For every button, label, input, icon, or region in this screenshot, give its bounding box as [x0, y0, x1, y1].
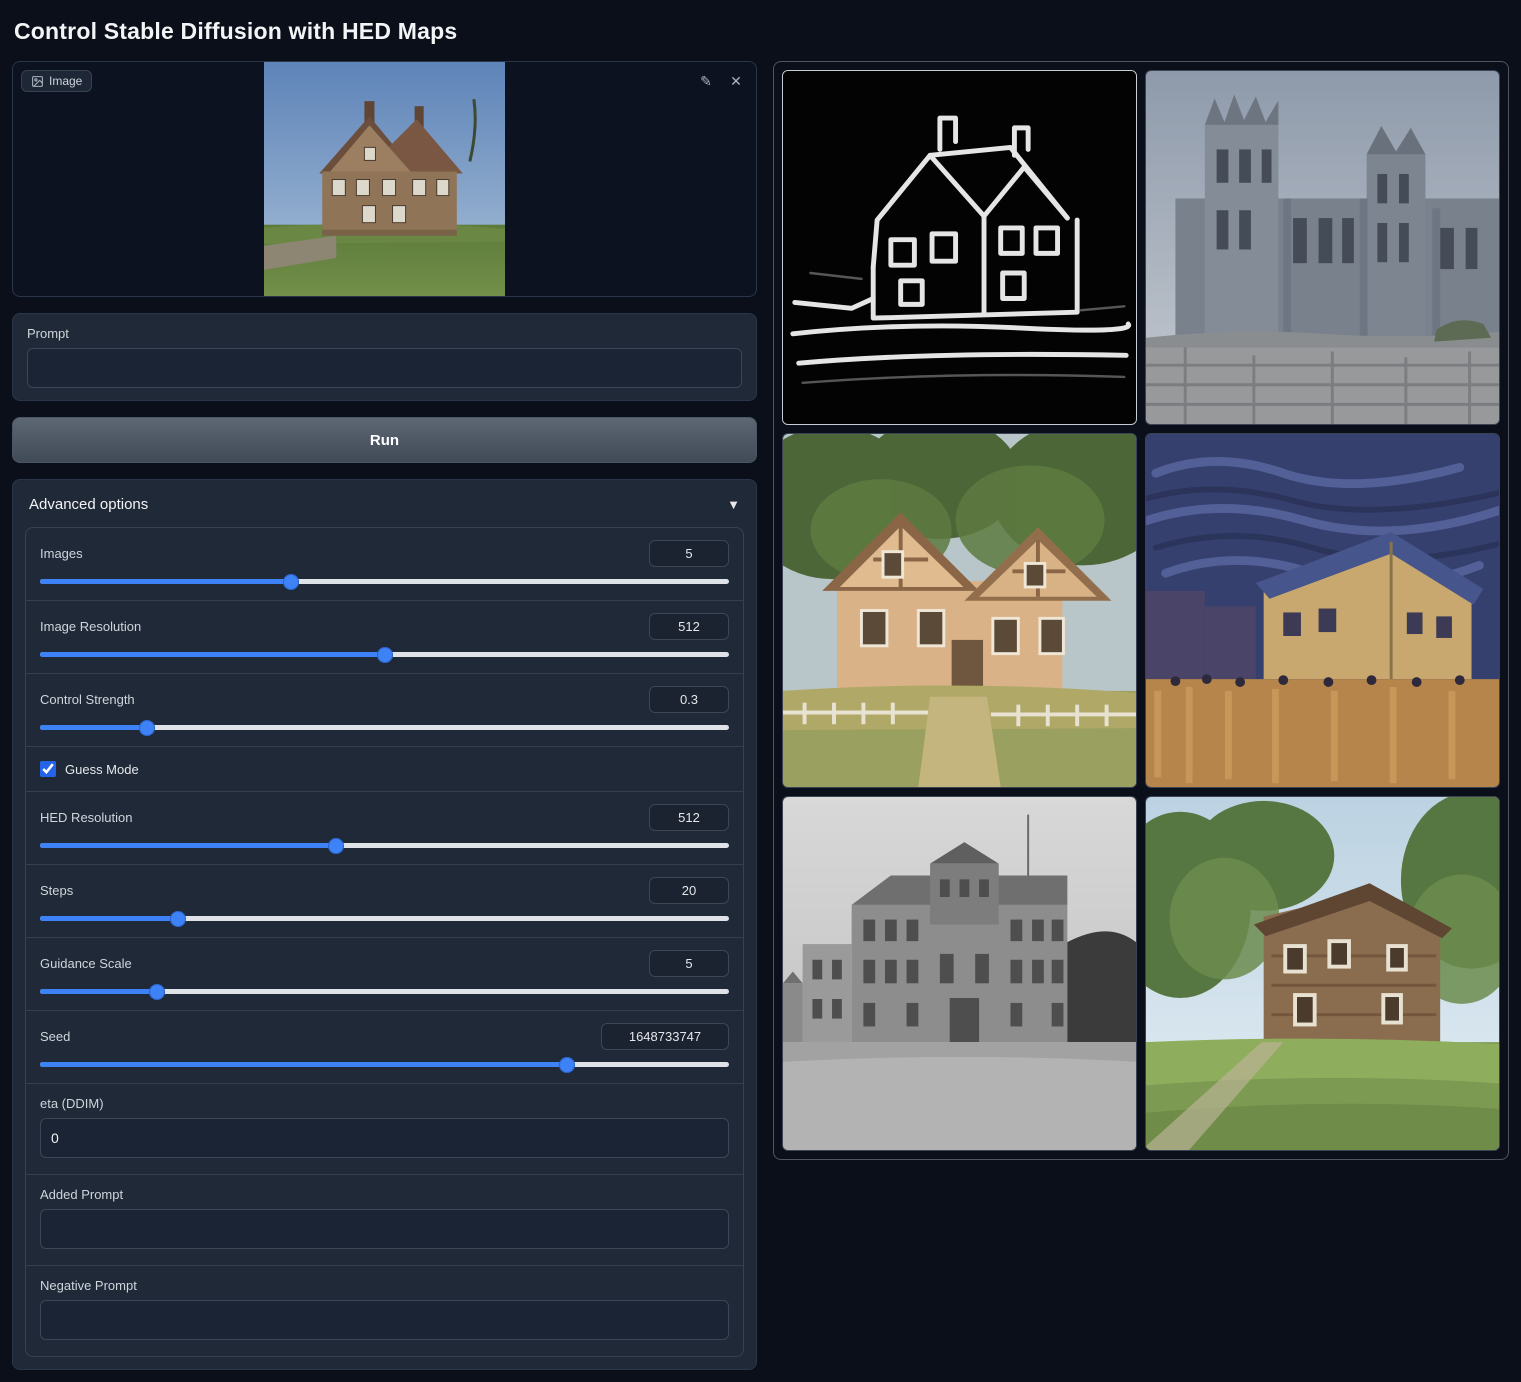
gray-manor-image — [783, 797, 1136, 1150]
slider-row-guidance-scale: Guidance Scale — [26, 938, 743, 1011]
negative-prompt-input[interactable] — [40, 1300, 729, 1340]
painterly-house-image — [1146, 434, 1499, 787]
guidance-scale-slider[interactable] — [40, 989, 729, 994]
image-label: Image — [49, 74, 82, 88]
added-prompt-label: Added Prompt — [40, 1187, 729, 1202]
negative-prompt-row: Negative Prompt — [26, 1266, 743, 1356]
eta-row: eta (DDIM) — [26, 1084, 743, 1175]
slider-row-images: Images — [26, 528, 743, 601]
steps-slider-thumb[interactable] — [170, 911, 186, 927]
advanced-accordion: Advanced options ▼ Images — [12, 479, 757, 1370]
steps-label: Steps — [40, 883, 73, 898]
control-strength-number-input[interactable] — [649, 686, 729, 713]
controls-column: Image ✎ ✕ — [12, 61, 757, 1370]
hed-resolution-label: HED Resolution — [40, 810, 133, 825]
cathedral-image — [1146, 71, 1499, 424]
slider-row-seed: Seed — [26, 1011, 743, 1084]
main-layout: Image ✎ ✕ — [12, 61, 1509, 1370]
close-icon: ✕ — [730, 73, 742, 89]
gallery-item-hed-map[interactable] — [782, 70, 1137, 425]
image-label-badge: Image — [21, 70, 92, 92]
control-strength-slider-fill — [40, 725, 147, 730]
run-button[interactable]: Run — [12, 417, 757, 463]
images-slider-thumb[interactable] — [283, 574, 299, 590]
eta-input[interactable] — [40, 1118, 729, 1158]
results-column — [773, 61, 1509, 1160]
steps-slider-fill — [40, 916, 178, 921]
gallery-item-wooden-cottage[interactable] — [782, 433, 1137, 788]
added-prompt-row: Added Prompt — [26, 1175, 743, 1266]
advanced-accordion-header[interactable]: Advanced options ▼ — [25, 492, 744, 527]
image-resolution-slider-fill — [40, 652, 385, 657]
hed-resolution-number-input[interactable] — [649, 804, 729, 831]
guidance-scale-slider-fill — [40, 989, 157, 994]
image-icon — [31, 75, 44, 88]
seed-label: Seed — [40, 1029, 70, 1044]
image-resolution-label: Image Resolution — [40, 619, 141, 634]
hed-map-image — [783, 71, 1136, 424]
advanced-options-title: Advanced options — [29, 496, 148, 513]
negative-prompt-label: Negative Prompt — [40, 1278, 729, 1293]
page-title: Control Stable Diffusion with HED Maps — [14, 18, 1507, 45]
hed-resolution-slider-thumb[interactable] — [328, 838, 344, 854]
guess-mode-checkbox[interactable] — [40, 761, 56, 777]
images-number-input[interactable] — [649, 540, 729, 567]
eta-label: eta (DDIM) — [40, 1096, 729, 1111]
clear-image-button[interactable]: ✕ — [724, 69, 748, 93]
prompt-label: Prompt — [27, 326, 742, 341]
slider-row-control-strength: Control Strength — [26, 674, 743, 747]
wooden-cottage-image — [783, 434, 1136, 787]
prompt-panel: Prompt — [12, 313, 757, 401]
control-strength-slider-thumb[interactable] — [139, 720, 155, 736]
control-strength-label: Control Strength — [40, 692, 135, 707]
image-resolution-slider[interactable] — [40, 652, 729, 657]
gallery-item-timber-house[interactable] — [1145, 796, 1500, 1151]
timber-house-image — [1146, 797, 1499, 1150]
image-actions: ✎ ✕ — [694, 69, 748, 93]
advanced-options-form: Images Image Resolution — [25, 527, 744, 1357]
control-strength-slider[interactable] — [40, 725, 729, 730]
gallery-item-painterly-house[interactable] — [1145, 433, 1500, 788]
seed-slider-thumb[interactable] — [559, 1057, 575, 1073]
pencil-icon: ✎ — [700, 73, 712, 89]
seed-slider-fill — [40, 1062, 567, 1067]
images-slider-fill — [40, 579, 291, 584]
edit-image-button[interactable]: ✎ — [694, 69, 718, 93]
steps-slider[interactable] — [40, 916, 729, 921]
hed-resolution-slider-fill — [40, 843, 336, 848]
slider-row-image-resolution: Image Resolution — [26, 601, 743, 674]
guess-mode-label: Guess Mode — [65, 762, 139, 777]
gallery-item-gray-manor[interactable] — [782, 796, 1137, 1151]
guidance-scale-number-input[interactable] — [649, 950, 729, 977]
images-slider[interactable] — [40, 579, 729, 584]
guidance-scale-label: Guidance Scale — [40, 956, 132, 971]
steps-number-input[interactable] — [649, 877, 729, 904]
hed-resolution-slider[interactable] — [40, 843, 729, 848]
input-image-block[interactable]: Image ✎ ✕ — [12, 61, 757, 297]
image-resolution-number-input[interactable] — [649, 613, 729, 640]
output-gallery — [773, 61, 1509, 1160]
seed-number-input[interactable] — [601, 1023, 729, 1050]
slider-row-hed-resolution: HED Resolution — [26, 792, 743, 865]
slider-row-steps: Steps — [26, 865, 743, 938]
images-label: Images — [40, 546, 83, 561]
uploaded-house-photo — [264, 61, 505, 297]
gallery-item-cathedral[interactable] — [1145, 70, 1500, 425]
image-resolution-slider-thumb[interactable] — [377, 647, 393, 663]
chevron-down-icon: ▼ — [727, 497, 740, 512]
guidance-scale-slider-thumb[interactable] — [149, 984, 165, 1000]
prompt-input[interactable] — [27, 348, 742, 388]
seed-slider[interactable] — [40, 1062, 729, 1067]
guess-mode-row: Guess Mode — [26, 747, 743, 792]
added-prompt-input[interactable] — [40, 1209, 729, 1249]
